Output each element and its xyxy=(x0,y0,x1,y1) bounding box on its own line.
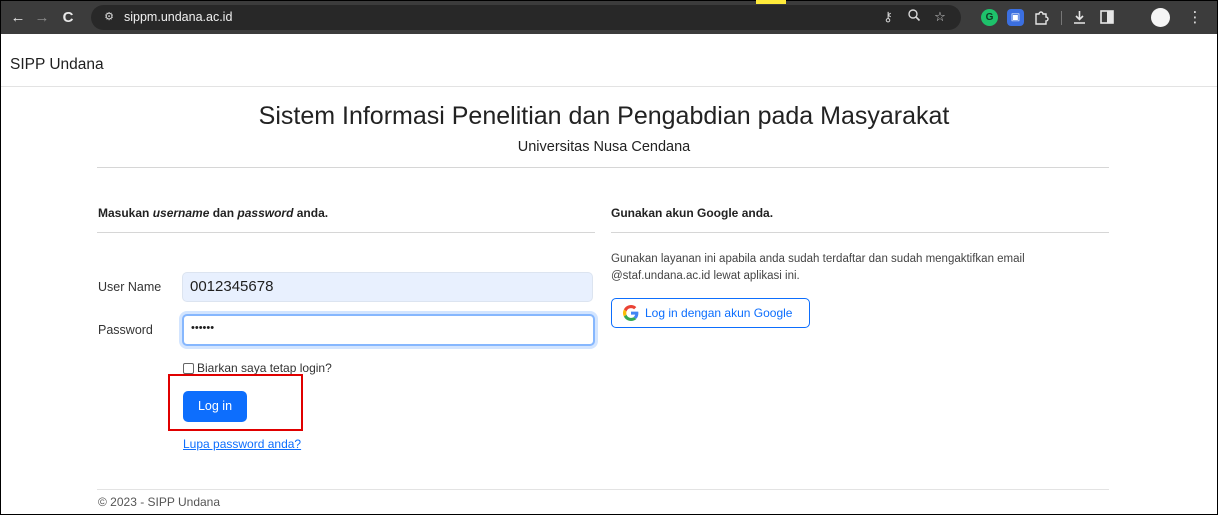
page-subtitle: Universitas Nusa Cendana xyxy=(517,139,691,155)
zoom-icon[interactable] xyxy=(905,8,923,26)
reload-icon[interactable]: C xyxy=(57,1,79,34)
navbar-brand[interactable]: SIPP Undana xyxy=(10,56,104,74)
google-login-description: Gunakan layanan ini apabila anda sudah t… xyxy=(611,253,1025,282)
google-login-label: Log in dengan akun Google xyxy=(645,306,793,320)
username-value: 0012345678 xyxy=(190,278,274,295)
address-bar-url[interactable]: sippm.undana.ac.id xyxy=(124,9,232,26)
login-form-heading: Masukan username dan password anda. xyxy=(98,206,329,220)
password-label: Password xyxy=(98,323,153,337)
google-login-heading: Gunakan akun Google anda. xyxy=(611,206,774,220)
footer-divider xyxy=(97,489,1109,490)
browser-toolbar: ← → C ⚙ sippm.undana.ac.id ⚷ ☆ G ▣ ⋮ xyxy=(1,1,1217,34)
heading-username-emphasis: username xyxy=(152,206,210,220)
kebab-menu-icon[interactable]: ⋮ xyxy=(1185,1,1205,34)
star-icon[interactable]: ☆ xyxy=(931,8,949,26)
forward-arrow-icon[interactable]: → xyxy=(31,1,53,34)
password-value: •••••• xyxy=(191,322,215,334)
header-divider xyxy=(97,167,1109,168)
sidepanel-icon[interactable] xyxy=(1097,1,1117,34)
heading-password-emphasis: password xyxy=(237,206,294,220)
remember-me[interactable]: Biarkan saya tetap login? xyxy=(183,361,332,375)
google-login-button[interactable]: Log in dengan akun Google xyxy=(611,298,810,328)
username-input[interactable]: 0012345678 xyxy=(182,272,593,302)
download-icon[interactable] xyxy=(1069,1,1089,34)
toolbar-divider xyxy=(1061,11,1062,25)
forgot-password-link[interactable]: Lupa password anda? xyxy=(183,437,301,451)
yellow-highlight-marker xyxy=(756,0,786,4)
remember-me-label: Biarkan saya tetap login? xyxy=(197,361,332,375)
screen-extension-icon[interactable]: ▣ xyxy=(1007,9,1024,26)
password-input[interactable]: •••••• xyxy=(182,314,595,346)
remember-me-checkbox[interactable] xyxy=(183,362,194,374)
browser-window: ← → C ⚙ sippm.undana.ac.id ⚷ ☆ G ▣ ⋮ SIP… xyxy=(0,0,1218,515)
google-g-icon xyxy=(623,305,639,321)
address-bar[interactable]: ⚙ sippm.undana.ac.id ⚷ ☆ xyxy=(91,5,961,30)
profile-avatar[interactable] xyxy=(1151,8,1170,27)
back-arrow-icon[interactable]: ← xyxy=(7,1,29,34)
puzzle-icon[interactable] xyxy=(1031,1,1051,34)
grammarly-extension-icon[interactable]: G xyxy=(981,9,998,26)
highlight-box xyxy=(168,374,303,431)
site-settings-icon[interactable]: ⚙ xyxy=(101,9,117,25)
login-form-divider xyxy=(97,232,595,233)
key-icon[interactable]: ⚷ xyxy=(879,8,897,26)
footer-text: © 2023 - SIPP Undana xyxy=(98,495,221,509)
google-login-divider xyxy=(611,232,1109,233)
page-title: Sistem Informasi Penelitian dan Pengabdi… xyxy=(258,102,950,130)
site-navbar: SIPP Undana xyxy=(1,34,1217,87)
username-label: User Name xyxy=(98,280,162,294)
